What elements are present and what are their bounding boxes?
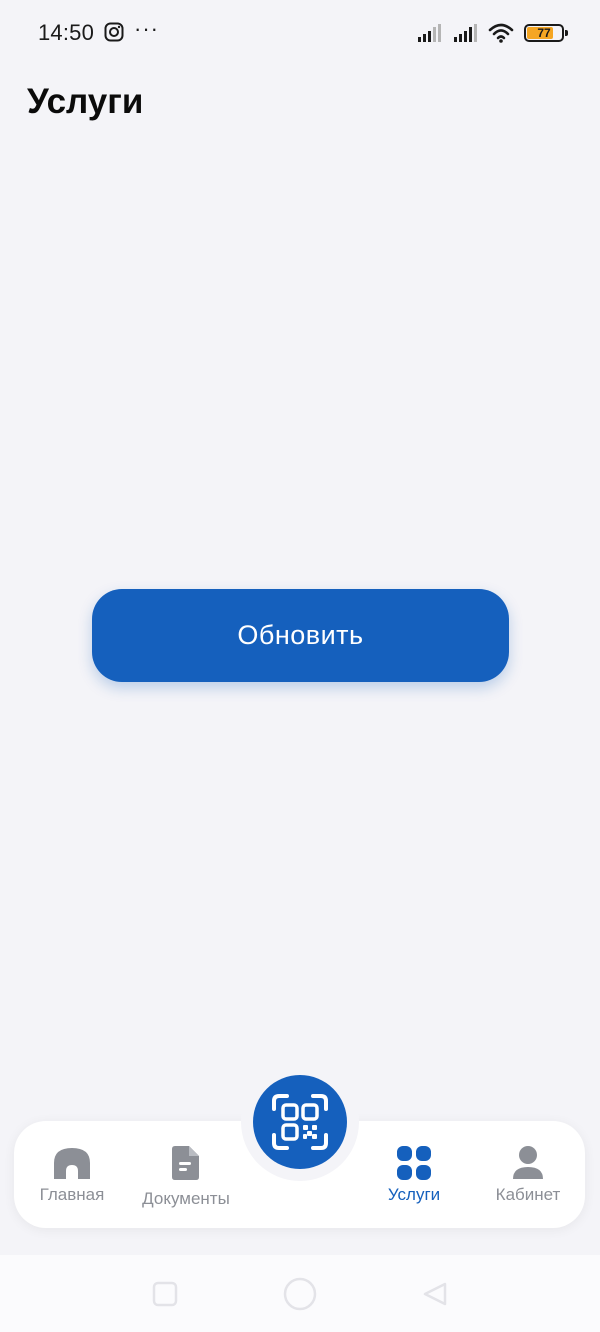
- back-system-button[interactable]: [420, 1279, 450, 1309]
- qr-scan-button[interactable]: [253, 1075, 347, 1169]
- battery-level: 77: [537, 26, 551, 40]
- nav-item-home[interactable]: Главная: [32, 1121, 112, 1228]
- nav-label-documents: Документы: [142, 1189, 230, 1208]
- nav-label-cabinet: Кабинет: [495, 1185, 561, 1204]
- page-title: Услуги: [27, 82, 144, 121]
- nav-item-documents[interactable]: Документы: [132, 1121, 240, 1228]
- status-time: 14:50: [38, 20, 95, 45]
- nav-item-cabinet[interactable]: Кабинет: [484, 1121, 572, 1228]
- status-icons: 77: [416, 20, 568, 46]
- services-grid-icon: [394, 1143, 434, 1183]
- profile-icon: [508, 1143, 548, 1183]
- home-system-button[interactable]: [282, 1276, 318, 1312]
- qr-scan-icon: [272, 1094, 328, 1150]
- recents-button[interactable]: [150, 1279, 180, 1309]
- services-screen: 14:50 ··· 77 Услуги Обновить Главная Док…: [0, 0, 600, 1332]
- nav-item-services[interactable]: Услуги: [374, 1121, 454, 1228]
- nav-label-home: Главная: [39, 1185, 105, 1204]
- nav-label-services: Услуги: [387, 1185, 441, 1204]
- battery-tip: [565, 30, 568, 36]
- system-nav-bar: [0, 1255, 600, 1332]
- status-bar: 14:50 ··· 77: [0, 0, 600, 66]
- refresh-button[interactable]: Обновить: [92, 589, 509, 682]
- signal-icon: [454, 24, 477, 42]
- home-icon: [52, 1143, 92, 1183]
- instagram-icon: [104, 22, 124, 42]
- more-notifications-icon: ···: [134, 16, 159, 41]
- wifi-icon: [488, 23, 514, 43]
- document-icon: [166, 1143, 206, 1183]
- signal-icon: [418, 24, 441, 42]
- battery-icon: 77: [524, 24, 568, 42]
- recents-icon: [152, 1281, 178, 1307]
- back-icon: [423, 1282, 447, 1306]
- home-circle-icon: [283, 1277, 317, 1311]
